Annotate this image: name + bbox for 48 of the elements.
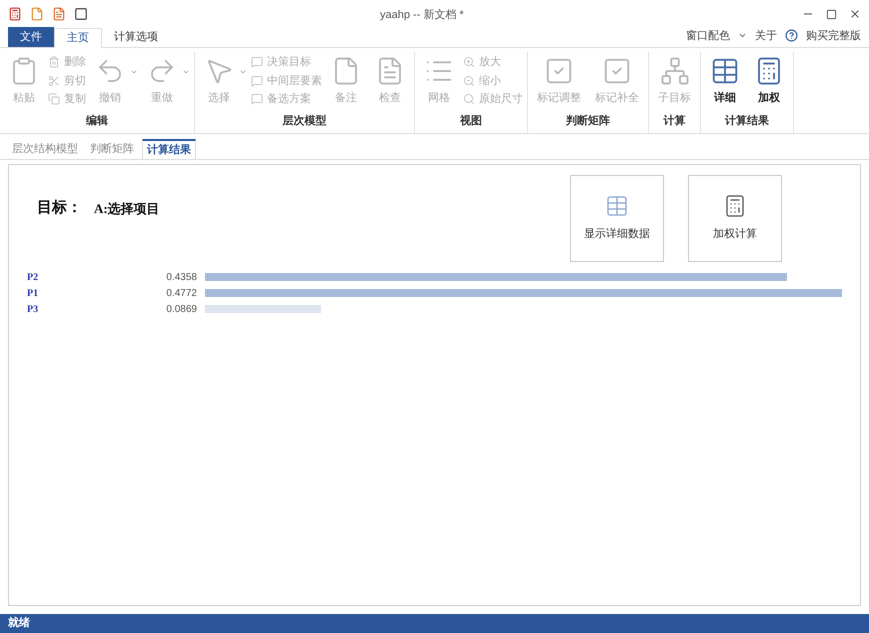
goal-label: 目标： xyxy=(37,198,82,218)
checkbox-icon xyxy=(544,56,574,86)
result-value: 0.4358 xyxy=(165,270,197,284)
ribbon-button[interactable]: 加权 xyxy=(749,52,789,106)
copy-icon xyxy=(48,93,60,106)
goal-value: A:选择项目 xyxy=(94,200,160,218)
menu-tab[interactable]: 计算选项 xyxy=(102,27,170,47)
trash-icon xyxy=(48,56,60,68)
buy-link[interactable]: 购买完整版 xyxy=(806,28,861,44)
note-icon xyxy=(251,56,263,68)
maximize-icon[interactable] xyxy=(826,8,837,20)
ribbon-group-label: 层次模型 xyxy=(282,114,328,128)
table-icon xyxy=(710,56,740,86)
result-name: P1 xyxy=(27,286,40,300)
about-link[interactable]: 关于 xyxy=(755,28,777,44)
document-tab[interactable]: 层次结构模型 xyxy=(8,139,82,159)
result-value: 0.4772 xyxy=(165,286,197,300)
ribbon-button[interactable]: 详细 xyxy=(705,52,745,106)
help-icon[interactable] xyxy=(785,29,798,42)
hierarchy-icon xyxy=(660,56,690,86)
window-title: yaahp -- 新文档 * xyxy=(380,8,464,23)
new-file-icon[interactable] xyxy=(30,7,44,21)
action-button[interactable]: 显示详细数据 xyxy=(570,175,664,262)
close-icon[interactable] xyxy=(849,8,861,20)
menu-tab[interactable]: 主页 xyxy=(54,28,102,48)
menu-tab[interactable]: 文件 xyxy=(8,27,54,47)
result-value: 0.0869 xyxy=(165,302,197,316)
scissors-icon xyxy=(48,74,60,87)
status-text: 就绪 xyxy=(8,616,30,632)
note-icon xyxy=(251,74,263,87)
app-icon xyxy=(8,7,22,21)
color-scheme-menu[interactable]: 窗口配色 xyxy=(686,28,730,44)
zoom-out-icon xyxy=(463,74,475,87)
zoom-in-icon xyxy=(463,56,475,68)
note-icon xyxy=(251,93,263,106)
result-name: P2 xyxy=(27,270,40,284)
search-icon xyxy=(463,93,475,106)
document-tab[interactable]: 判断矩阵 xyxy=(86,139,138,159)
checkbox-icon xyxy=(602,56,632,86)
ribbon-group-label: 视图 xyxy=(458,114,483,128)
result-name: P3 xyxy=(27,302,40,316)
ribbon-group-label: 判断矩阵 xyxy=(565,114,611,128)
table-icon xyxy=(605,194,629,218)
ribbon-group-label: 计算 xyxy=(662,114,686,128)
action-button[interactable]: 加权计算 xyxy=(688,175,782,262)
document-tab[interactable]: 计算结果 xyxy=(142,139,196,159)
ribbon-group-label: 计算结果 xyxy=(724,114,770,128)
ribbon-group-label: 编辑 xyxy=(85,114,109,128)
